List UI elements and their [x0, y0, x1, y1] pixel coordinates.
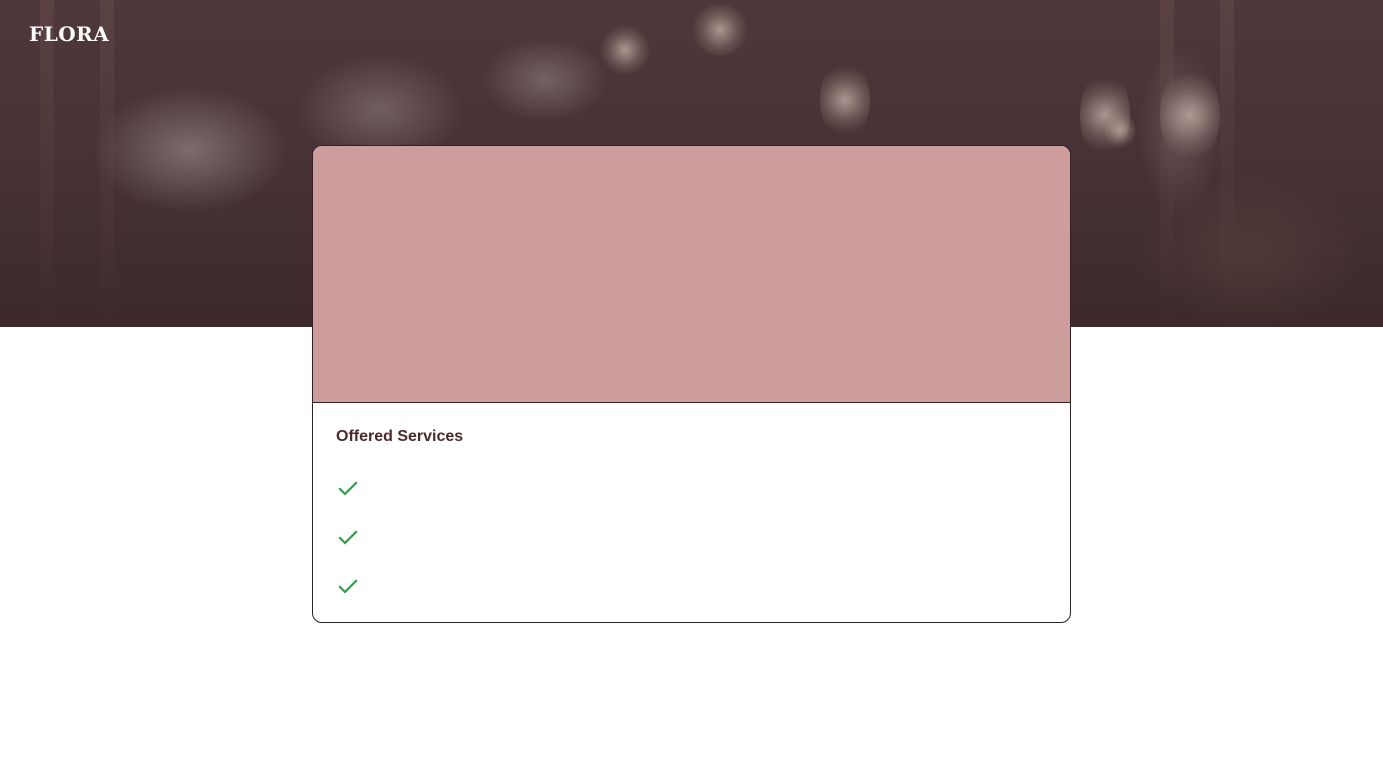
list-item: [336, 562, 1047, 611]
brand-logo[interactable]: FLORA: [29, 22, 109, 46]
check-icon: [337, 527, 359, 549]
services-card: Offered Services: [312, 145, 1071, 623]
list-item: [336, 513, 1047, 562]
check-icon: [337, 576, 359, 598]
card-image-placeholder: [313, 146, 1070, 403]
check-icon: [337, 478, 359, 500]
list-item: [336, 464, 1047, 513]
card-body: Offered Services: [313, 403, 1070, 611]
card-title: Offered Services: [336, 428, 464, 445]
service-list: [336, 464, 1047, 611]
